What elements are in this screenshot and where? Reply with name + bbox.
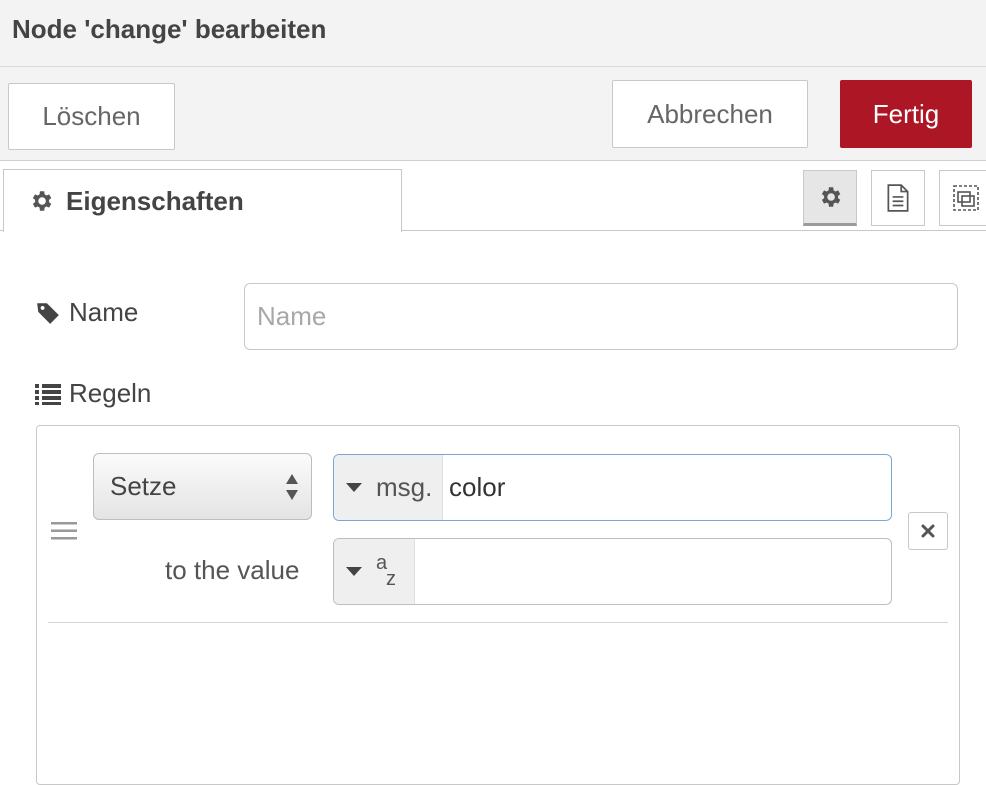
to-the-value-label: to the value — [165, 555, 300, 585]
name-label: Name — [35, 297, 138, 328]
done-button[interactable]: Fertig — [840, 80, 972, 148]
select-arrows-icon — [286, 474, 298, 500]
rule-property-input[interactable]: msg. color — [333, 454, 892, 521]
dialog-toolbar: Löschen Abbrechen Fertig — [0, 67, 986, 161]
property-value[interactable]: color — [443, 472, 505, 503]
dialog-title: Node 'change' bearbeiten — [12, 14, 327, 44]
frames-icon — [953, 185, 979, 211]
tab-properties[interactable]: Eigenschaften — [3, 169, 402, 232]
property-type-label: msg. — [376, 472, 433, 502]
dialog-titlebar: Node 'change' bearbeiten — [0, 0, 986, 67]
name-label-text: Name — [69, 297, 139, 327]
caret-down-icon — [346, 482, 362, 492]
description-tab-button[interactable] — [871, 170, 925, 226]
drag-handle-icon[interactable] — [51, 520, 77, 542]
property-type-selector[interactable]: msg. — [334, 455, 443, 520]
rules-label-text: Regeln — [69, 378, 152, 408]
az-string-icon: az — [376, 551, 396, 590]
rule-action-value: Setze — [110, 471, 177, 501]
name-input[interactable] — [244, 283, 958, 350]
list-icon — [35, 383, 61, 405]
gear-icon — [821, 187, 841, 207]
rule-divider — [48, 622, 948, 623]
tab-properties-label: Eigenschaften — [66, 185, 244, 216]
cancel-button[interactable]: Abbrechen — [612, 80, 808, 148]
rules-list: Setze msg. color to the value a z — [36, 425, 960, 785]
tab-bar: Eigenschaften — [0, 161, 986, 232]
document-icon — [887, 184, 909, 212]
rules-label: Regeln — [35, 378, 151, 409]
close-icon — [921, 524, 935, 538]
caret-down-icon — [346, 566, 362, 576]
remove-rule-button[interactable] — [908, 512, 948, 550]
settings-tab-button[interactable] — [803, 170, 857, 226]
delete-button[interactable]: Löschen — [8, 83, 175, 150]
rule-value-input[interactable]: az — [333, 538, 892, 605]
rule-action-select[interactable]: Setze — [93, 453, 312, 520]
tag-icon — [37, 302, 59, 324]
value-type-selector[interactable]: az — [334, 539, 415, 604]
appearance-tab-button[interactable] — [939, 170, 986, 226]
gear-icon — [32, 191, 52, 211]
